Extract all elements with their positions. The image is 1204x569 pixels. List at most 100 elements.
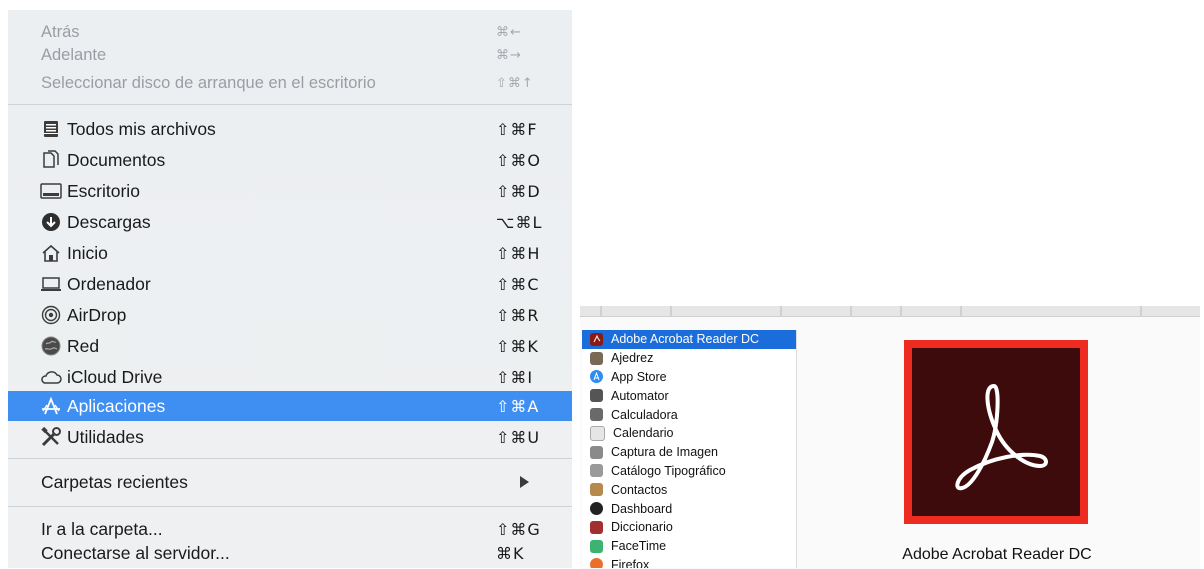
acrobat-app-icon (590, 332, 603, 346)
menu-item-computer[interactable]: Ordenador ⇧⌘C (8, 269, 572, 299)
documents-icon (40, 149, 62, 171)
list-item[interactable]: Contactos (582, 480, 796, 499)
app-name: Dashboard (611, 501, 673, 516)
network-icon (40, 335, 62, 357)
menu-item-connect-server[interactable]: Conectarse al servidor... ⌘K (8, 538, 572, 568)
menu-item-label: Carpetas recientes (41, 471, 188, 492)
menu-item-shortcut: ⇧⌘C (496, 274, 540, 294)
computer-icon (40, 273, 62, 295)
menu-item-utilities[interactable]: Utilidades ⇧⌘U (8, 422, 572, 452)
app-name: App Store (611, 369, 667, 384)
list-item[interactable]: Calculadora (582, 405, 796, 424)
list-item[interactable]: Calendario (582, 424, 796, 443)
list-item[interactable]: Dashboard (582, 499, 796, 518)
list-item[interactable]: Automator (582, 386, 796, 405)
menu-item-label: Descargas (67, 211, 151, 232)
menu-item-shortcut: ⌘→ (496, 47, 522, 63)
app-name: FaceTime (611, 539, 667, 554)
menu-item-startup-disk[interactable]: Seleccionar disco de arranque en el escr… (8, 72, 572, 94)
menu-item-shortcut: ⇧⌘K (496, 336, 539, 356)
chess-app-icon (590, 351, 603, 365)
menu-item-label: Inicio (67, 242, 108, 263)
menu-item-shortcut: ⇧⌘H (496, 243, 541, 263)
menu-item-label: Seleccionar disco de arranque en el escr… (41, 73, 376, 92)
app-name: Adobe Acrobat Reader DC (611, 332, 760, 347)
menu-item-shortcut: ⇧⌘G (496, 519, 541, 539)
airdrop-icon (40, 304, 62, 326)
list-item[interactable]: Diccionario (582, 518, 796, 537)
desktop-icon (40, 180, 62, 202)
app-name: Diccionario (611, 520, 673, 535)
menu-separator (8, 104, 572, 105)
applications-list: Adobe Acrobat Reader DC Ajedrez App Stor… (582, 330, 797, 568)
home-icon (40, 242, 62, 264)
menu-item-downloads[interactable]: Descargas ⌥⌘L (8, 207, 572, 237)
menu-item-icloud-drive[interactable]: iCloud Drive ⇧⌘I (8, 362, 572, 392)
facetime-app-icon (590, 539, 603, 553)
app-name: Calculadora (611, 407, 678, 422)
app-name: Catálogo Tipográfico (611, 463, 726, 478)
menu-item-back[interactable]: Atrás ⌘← (8, 21, 572, 43)
menu-separator (8, 506, 572, 507)
list-item[interactable]: Ajedrez (582, 349, 796, 368)
menu-item-label: Escritorio (67, 180, 140, 201)
menu-item-label: Utilidades (67, 426, 144, 447)
menu-item-shortcut: ⇧⌘A (496, 396, 540, 416)
menu-item-home[interactable]: Inicio ⇧⌘H (8, 238, 572, 268)
acrobat-preview-icon (904, 340, 1088, 524)
app-name: Ajedrez (611, 351, 654, 366)
app-name: Calendario (613, 426, 674, 441)
list-item[interactable]: FaceTime (582, 537, 796, 556)
firefox-app-icon (590, 558, 603, 568)
menu-item-label: AirDrop (67, 304, 127, 325)
menu-item-shortcut: ⇧⌘D (496, 181, 541, 201)
menu-item-forward[interactable]: Adelante ⌘→ (8, 44, 572, 66)
app-name: Captura de Imagen (611, 445, 719, 460)
menu-item-documents[interactable]: Documentos ⇧⌘O (8, 145, 572, 175)
list-item[interactable]: Catálogo Tipográfico (582, 462, 796, 481)
all-files-icon (40, 118, 62, 140)
preview-caption: Adobe Acrobat Reader DC (902, 546, 1092, 563)
utilities-icon (40, 426, 62, 448)
menu-item-label: Aplicaciones (67, 395, 166, 416)
dashboard-app-icon (590, 502, 603, 516)
menu-item-network[interactable]: Red ⇧⌘K (8, 331, 572, 361)
menu-item-shortcut: ⇧⌘F (496, 119, 538, 139)
menu-item-shortcut: ⇧⌘↑ (496, 75, 534, 91)
menu-item-label: Conectarse al servidor... (41, 542, 230, 563)
calculator-app-icon (590, 408, 603, 422)
app-store-icon (590, 370, 603, 384)
list-item[interactable]: Adobe Acrobat Reader DC (582, 330, 796, 349)
calendar-app-icon (590, 425, 605, 441)
menu-item-shortcut: ⇧⌘R (496, 305, 540, 325)
go-menu: Atrás ⌘← Adelante ⌘→ Seleccionar disco d… (8, 10, 572, 568)
menu-item-shortcut: ⌘← (496, 24, 522, 40)
menu-item-label: Adelante (41, 45, 107, 64)
image-capture-app-icon (590, 445, 603, 459)
list-item[interactable]: App Store (582, 368, 796, 387)
submenu-arrow-icon (496, 473, 566, 492)
menu-item-label: Red (67, 335, 100, 356)
menu-item-shortcut: ⌥⌘L (496, 212, 543, 232)
menu-separator (8, 458, 572, 459)
app-name: Contactos (611, 482, 668, 497)
list-item[interactable]: Captura de Imagen (582, 443, 796, 462)
menu-item-label: Ordenador (67, 273, 151, 294)
font-book-app-icon (590, 464, 603, 478)
icloud-icon (40, 366, 62, 388)
menu-item-applications[interactable]: Aplicaciones ⇧⌘A (8, 391, 572, 421)
menu-item-all-files[interactable]: Todos mis archivos ⇧⌘F (8, 114, 572, 144)
downloads-icon (40, 211, 62, 233)
menu-item-label: Documentos (67, 149, 166, 170)
menu-item-label: iCloud Drive (67, 366, 163, 387)
menu-item-shortcut: ⇧⌘I (496, 367, 534, 387)
dictionary-app-icon (590, 520, 603, 534)
menu-item-recent-folders[interactable]: Carpetas recientes (8, 467, 572, 497)
menu-item-airdrop[interactable]: AirDrop ⇧⌘R (8, 300, 572, 330)
app-name: Firefox (611, 557, 650, 568)
list-item[interactable]: Firefox (582, 556, 796, 568)
menu-item-shortcut: ⇧⌘U (496, 427, 541, 447)
menu-item-desktop[interactable]: Escritorio ⇧⌘D (8, 176, 572, 206)
app-name: Automator (611, 388, 669, 403)
menu-item-label: Ir a la carpeta... (41, 518, 163, 539)
